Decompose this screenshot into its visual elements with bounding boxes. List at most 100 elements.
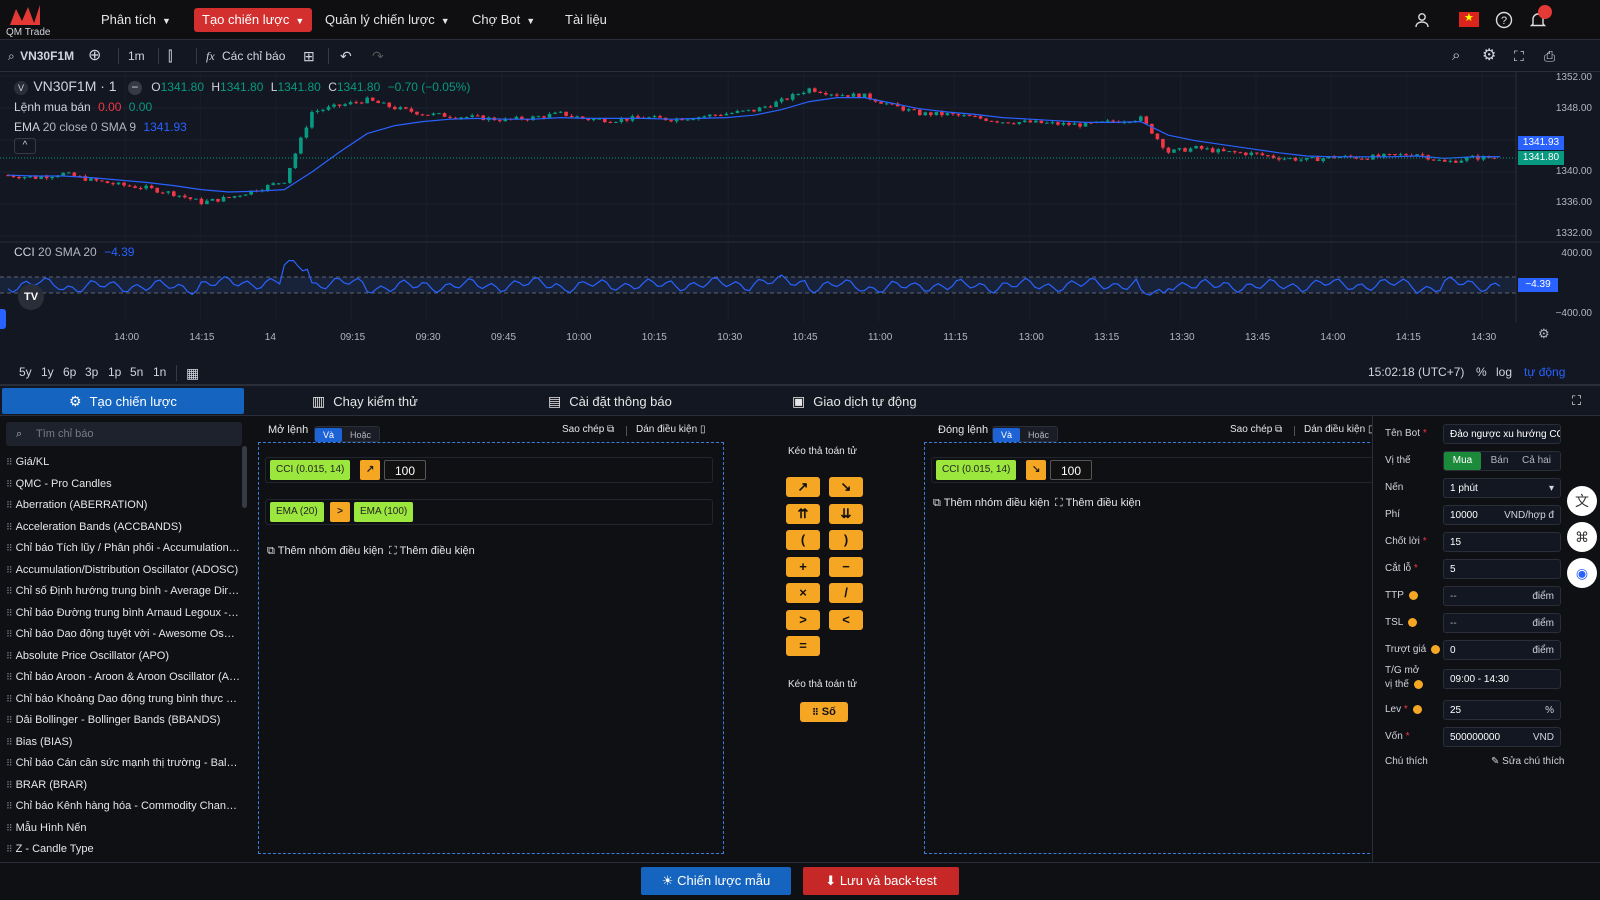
and-option[interactable]: Và <box>993 428 1021 442</box>
operator-button[interactable]: ↗ <box>786 477 820 497</box>
nav-create-strategy[interactable]: Tạo chiến lược ▼ <box>194 8 313 32</box>
sample-strategy-button[interactable]: ☀ Chiến lược mẫu <box>641 867 791 895</box>
position-selector[interactable]: Mua Bán Cả hai <box>1443 451 1561 471</box>
command-icon[interactable]: ⌘ <box>1567 522 1597 552</box>
auto-scale-toggle[interactable]: tự động <box>1524 365 1565 379</box>
indicator-list-item[interactable]: ⠿ QMC - Pro Candles <box>6 474 240 495</box>
condition-row[interactable]: CCI (0.015, 14) ↗ 100 <box>265 457 713 483</box>
indicator-list-item[interactable]: ⠿ Aberration (ABERRATION) <box>6 495 240 516</box>
user-icon[interactable] <box>1410 8 1434 32</box>
nav-analysis[interactable]: Phân tích ▼ <box>93 8 179 32</box>
axis-settings-icon[interactable]: ⚙ <box>1538 326 1550 342</box>
position-sell[interactable]: Bán <box>1481 452 1518 470</box>
edit-note-button[interactable]: ✎ Sửa chú thích <box>1491 756 1564 767</box>
redo-icon[interactable]: ↷ <box>372 46 384 66</box>
add-condition-group-button[interactable]: ⧉ Thêm nhóm điều kiện <box>267 545 384 558</box>
or-option[interactable]: Hoặc <box>1020 428 1057 442</box>
indicators-button[interactable]: fx Các chỉ báo <box>206 46 285 66</box>
indicator-list-item[interactable]: ⠿ Chỉ báo Đường trung bình Arnaud Legoux … <box>6 603 240 624</box>
price-chart[interactable]: V VN30F1M · 1 − O1341.80 H1341.80 L1341.… <box>0 72 1600 360</box>
range-1y[interactable]: 1y <box>41 365 54 379</box>
open-logic-toggle[interactable]: Và Hoặc <box>314 426 381 442</box>
collapse-icon[interactable]: − <box>127 81 142 95</box>
paste-condition-button[interactable]: Dán điều kiện ▯ <box>636 424 705 435</box>
indicator-list-item[interactable]: ⠿ Absolute Price Oscillator (APO) <box>6 646 240 667</box>
percent-scale-toggle[interactable]: % <box>1476 365 1487 379</box>
copy-button[interactable]: Sao chép ⧉ <box>562 424 614 435</box>
save-backtest-button[interactable]: ⬇ Lưu và back-test <box>803 867 959 895</box>
add-condition-button[interactable]: ⛶ Thêm điều kiện <box>389 545 475 558</box>
add-condition-button[interactable]: ⛶ Thêm điều kiện <box>1055 497 1141 510</box>
condition-row[interactable]: CCI (0.015, 14) ↘ 100 <box>931 457 1379 483</box>
candle-select[interactable]: 1 phút ▾ <box>1443 478 1561 498</box>
tab-auto-trading[interactable]: ▣ Giao dịch tự động <box>792 388 917 414</box>
condition-left-operand[interactable]: CCI (0.015, 14) <box>270 460 351 480</box>
collapse-legend-icon[interactable]: ^ <box>14 138 36 154</box>
indicator-list-item[interactable]: ⠿ Chỉ số Định hướng trung bình - Average … <box>6 581 240 602</box>
condition-right-value[interactable]: 100 <box>384 460 427 480</box>
tab-backtest[interactable]: ▥ Chạy kiểm thử <box>312 388 418 414</box>
position-both[interactable]: Cả hai <box>1518 452 1555 470</box>
and-option[interactable]: Và <box>315 428 343 442</box>
expand-panel-icon[interactable]: ⛶ <box>1572 388 1581 414</box>
tradingview-logo[interactable]: TV <box>18 284 44 310</box>
slippage-input[interactable]: 0 điểm <box>1443 640 1561 660</box>
range-5d[interactable]: 5n <box>130 365 143 379</box>
clock-display[interactable]: 15:02:18 (UTC+7) <box>1368 365 1464 379</box>
operator-button[interactable]: > <box>786 609 820 630</box>
help-icon[interactable]: ? <box>1492 8 1516 32</box>
operator-button[interactable]: + <box>786 556 820 577</box>
chat-bot-icon[interactable]: ◉ <box>1567 558 1597 588</box>
position-buy[interactable]: Mua <box>1444 452 1481 470</box>
add-symbol-icon[interactable]: ⊕ <box>88 46 101 66</box>
condition-left-operand[interactable]: CCI (0.015, 14) <box>936 460 1017 480</box>
range-6m[interactable]: 6p <box>63 365 76 379</box>
ttp-input[interactable]: -- điểm <box>1443 586 1561 606</box>
operator-button[interactable]: ) <box>829 530 863 550</box>
translate-icon[interactable]: 文 <box>1567 486 1597 516</box>
chart-canvas[interactable] <box>0 72 1600 360</box>
indicator-list-item[interactable]: ⠿ Acceleration Bands (ACCBANDS) <box>6 517 240 538</box>
close-logic-toggle[interactable]: Và Hoặc <box>992 426 1059 442</box>
indicator-list-item[interactable]: ⠿ Accumulation/Distribution Oscillator (A… <box>6 560 240 581</box>
or-option[interactable]: Hoặc <box>342 428 379 442</box>
bell-icon[interactable] <box>1526 5 1552 32</box>
condition-operator[interactable]: > <box>330 502 350 522</box>
indicator-list-item[interactable]: ⠿ Chỉ báo Dao động tuyệt vời - Awesome Os… <box>6 624 240 645</box>
add-condition-group-button[interactable]: ⧉ Thêm nhóm điều kiện <box>933 497 1050 510</box>
log-scale-toggle[interactable]: log <box>1496 365 1512 379</box>
open-order-dropzone[interactable]: CCI (0.015, 14) ↗ 100 EMA (20) > EMA (10… <box>258 442 724 854</box>
bot-name-input[interactable]: Đảo ngược xu hướng CC <box>1443 424 1561 444</box>
indicator-list-item[interactable]: ⠿ Bias (BIAS) <box>6 732 240 753</box>
date-range-calendar-icon[interactable]: ▦ <box>186 365 199 382</box>
operator-button[interactable]: ( <box>786 530 820 550</box>
condition-operator[interactable]: ↗ <box>360 460 380 480</box>
indicator-search-input[interactable]: ⌕ Tìm chỉ báo <box>6 422 242 446</box>
list-scrollbar[interactable] <box>242 446 247 508</box>
capital-input[interactable]: 500000000 VND <box>1443 727 1561 747</box>
settings-gear-icon[interactable]: ⚙ <box>1482 46 1496 66</box>
operator-button[interactable]: ⇈ <box>786 503 820 524</box>
operator-button[interactable]: − <box>829 556 863 577</box>
condition-operator[interactable]: ↘ <box>1026 460 1046 480</box>
nav-bot-market[interactable]: Chợ Bot ▼ <box>464 8 543 32</box>
close-order-dropzone[interactable]: CCI (0.015, 14) ↘ 100 ⧉ Thêm nhóm điều k… <box>924 442 1390 854</box>
indicator-list-item[interactable]: ⠿ Chỉ báo Aroon - Aroon & Aroon Oscillato… <box>6 667 240 688</box>
interval-button[interactable]: 1m <box>128 46 145 66</box>
candle-type-icon[interactable]: ⫿ <box>168 46 172 66</box>
operator-button[interactable]: ⇊ <box>829 503 863 524</box>
symbol-search[interactable]: ⌕ VN30F1M <box>8 46 74 66</box>
tab-create-strategy[interactable]: ⚙ Tạo chiến lược <box>2 388 244 414</box>
nav-manage-strategy[interactable]: Quản lý chiến lược ▼ <box>317 8 458 32</box>
take-profit-input[interactable]: 15 <box>1443 532 1561 552</box>
leverage-input[interactable]: 25% <box>1443 700 1561 720</box>
indicator-list-item[interactable]: ⠿ Chỉ báo Khoảng Dao động trung bình thực… <box>6 689 240 710</box>
open-time-input[interactable]: 09:00 - 14:30 <box>1443 669 1561 689</box>
indicator-list-item[interactable]: ⠿ Chỉ báo Cán cân sức mạnh thị trường - B… <box>6 753 240 774</box>
indicator-list-item[interactable]: ⠿ Dải Bollinger - Bollinger Bands (BBANDS… <box>6 710 240 731</box>
tab-notifications[interactable]: ▤ Cài đặt thông báo <box>548 388 672 414</box>
operator-button[interactable]: < <box>829 609 863 630</box>
range-1d[interactable]: 1n <box>153 365 166 379</box>
paste-condition-button[interactable]: Dán điều kiện ▯ <box>1304 424 1373 435</box>
fee-input[interactable]: 10000 VND/hợp đ <box>1443 505 1561 525</box>
